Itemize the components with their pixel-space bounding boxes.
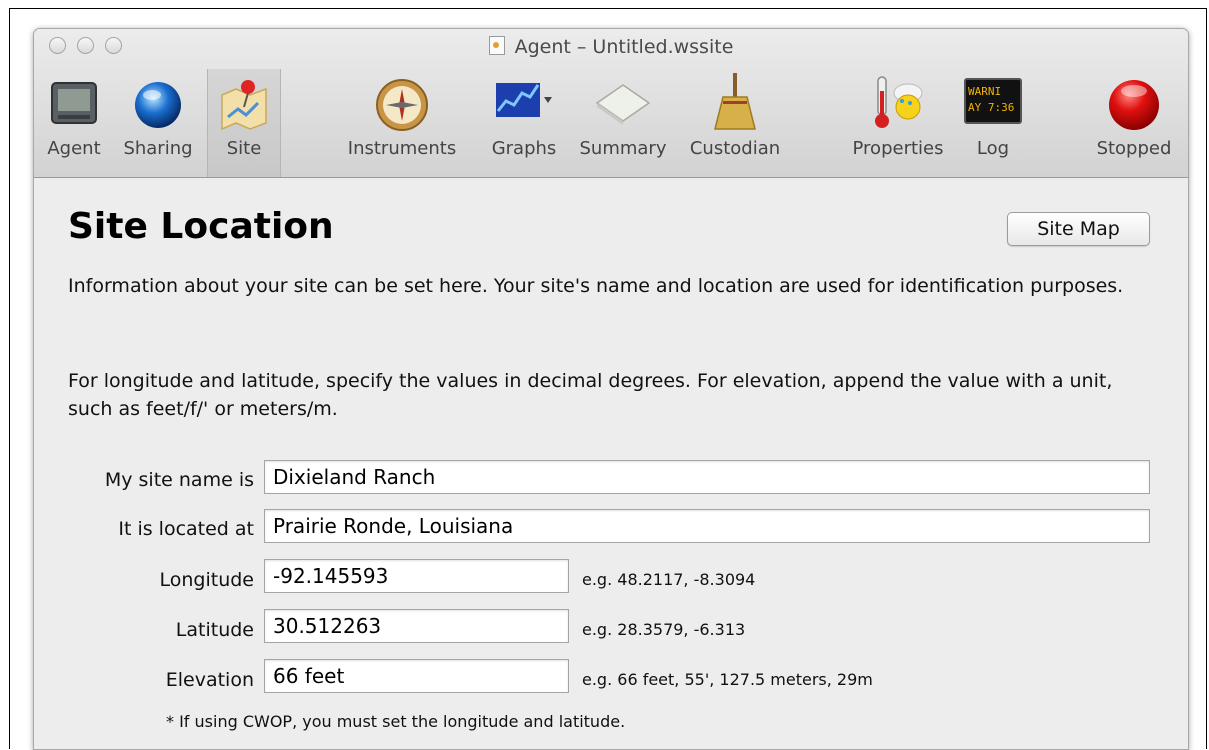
intro-text: Information about your site can be set h…: [68, 275, 1124, 297]
document-icon: [488, 36, 505, 55]
elevation-hint: e.g. 66 feet, 55', 127.5 meters, 29m: [582, 670, 873, 689]
log-display-icon: WARNI AY 7:36: [964, 78, 1022, 124]
toolbar-site-button[interactable]: Site: [207, 69, 281, 177]
location-field[interactable]: Prairie Ronde, Louisiana: [264, 509, 1150, 543]
toolbar-graphs-button[interactable]: Graphs: [486, 71, 562, 171]
window-title: Agent – Untitled.wssite: [34, 36, 1188, 58]
location-label: It is located at: [118, 518, 254, 540]
longitude-hint: e.g. 48.2117, -8.3094: [582, 570, 756, 589]
site-name-field[interactable]: Dixieland Ranch: [264, 460, 1150, 494]
agent-device-icon: [51, 82, 97, 124]
latitude-field[interactable]: 30.512263: [264, 609, 569, 643]
site-location-panel: Site Location Site Map Information about…: [34, 178, 1188, 749]
cwop-note: * If using CWOP, you must set the longit…: [166, 712, 626, 731]
toolbar-summary-button[interactable]: Summary: [574, 71, 672, 171]
map-pin-icon: [221, 80, 267, 131]
toolbar-label: Instruments: [347, 138, 457, 159]
page-title: Site Location: [68, 206, 334, 247]
toolbar-label: Log: [976, 138, 1010, 159]
instructions-text: For longitude and latitude, specify the …: [68, 370, 1113, 420]
toolbar-log-button[interactable]: WARNI AY 7:36 Log: [960, 71, 1026, 171]
toolbar-stopped-button[interactable]: Stopped: [1092, 71, 1176, 171]
thermometer-icon: [875, 76, 923, 128]
toolbar-label: Custodian: [689, 138, 781, 159]
latitude-label: Latitude: [175, 619, 254, 641]
globe-icon: [135, 82, 181, 128]
toolbar-label: Properties: [852, 138, 944, 159]
elevation-label: Elevation: [165, 669, 254, 691]
summary-paper-icon: [595, 84, 651, 125]
toolbar-agent-button[interactable]: Agent: [44, 71, 104, 171]
toolbar-label: Stopped: [1096, 138, 1172, 159]
elevation-field[interactable]: 66 feet: [264, 659, 569, 693]
broom-icon: [714, 73, 756, 130]
stop-status-icon: [1109, 80, 1159, 130]
toolbar-label: Graphs: [491, 138, 557, 159]
toolbar-properties-button[interactable]: Properties: [848, 71, 948, 171]
app-window: Agent – Untitled.wssite Agent Sharing Si…: [33, 28, 1189, 750]
log-display-line: WARNI: [968, 85, 1002, 98]
toolbar-label: Site: [226, 138, 262, 159]
toolbar: Agent – Untitled.wssite Agent Sharing Si…: [34, 29, 1188, 178]
toolbar-sharing-button[interactable]: Sharing: [120, 71, 196, 171]
window-title-text: Agent – Untitled.wssite: [514, 36, 734, 58]
latitude-hint: e.g. 28.3579, -6.313: [582, 620, 746, 639]
toolbar-label: Sharing: [123, 138, 193, 159]
toolbar-instruments-button[interactable]: Instruments: [337, 71, 467, 171]
log-display-line: AY 7:36: [968, 101, 1015, 114]
longitude-field[interactable]: -92.145593: [264, 559, 569, 593]
site-map-button[interactable]: Site Map: [1007, 212, 1150, 246]
graph-icon: [496, 83, 552, 117]
compass-icon: [376, 79, 428, 131]
toolbar-label: Agent: [47, 138, 101, 159]
longitude-label: Longitude: [159, 569, 255, 591]
toolbar-custodian-button[interactable]: Custodian: [682, 71, 788, 171]
toolbar-label: Summary: [579, 138, 667, 159]
site-name-label: My site name is: [104, 469, 254, 491]
